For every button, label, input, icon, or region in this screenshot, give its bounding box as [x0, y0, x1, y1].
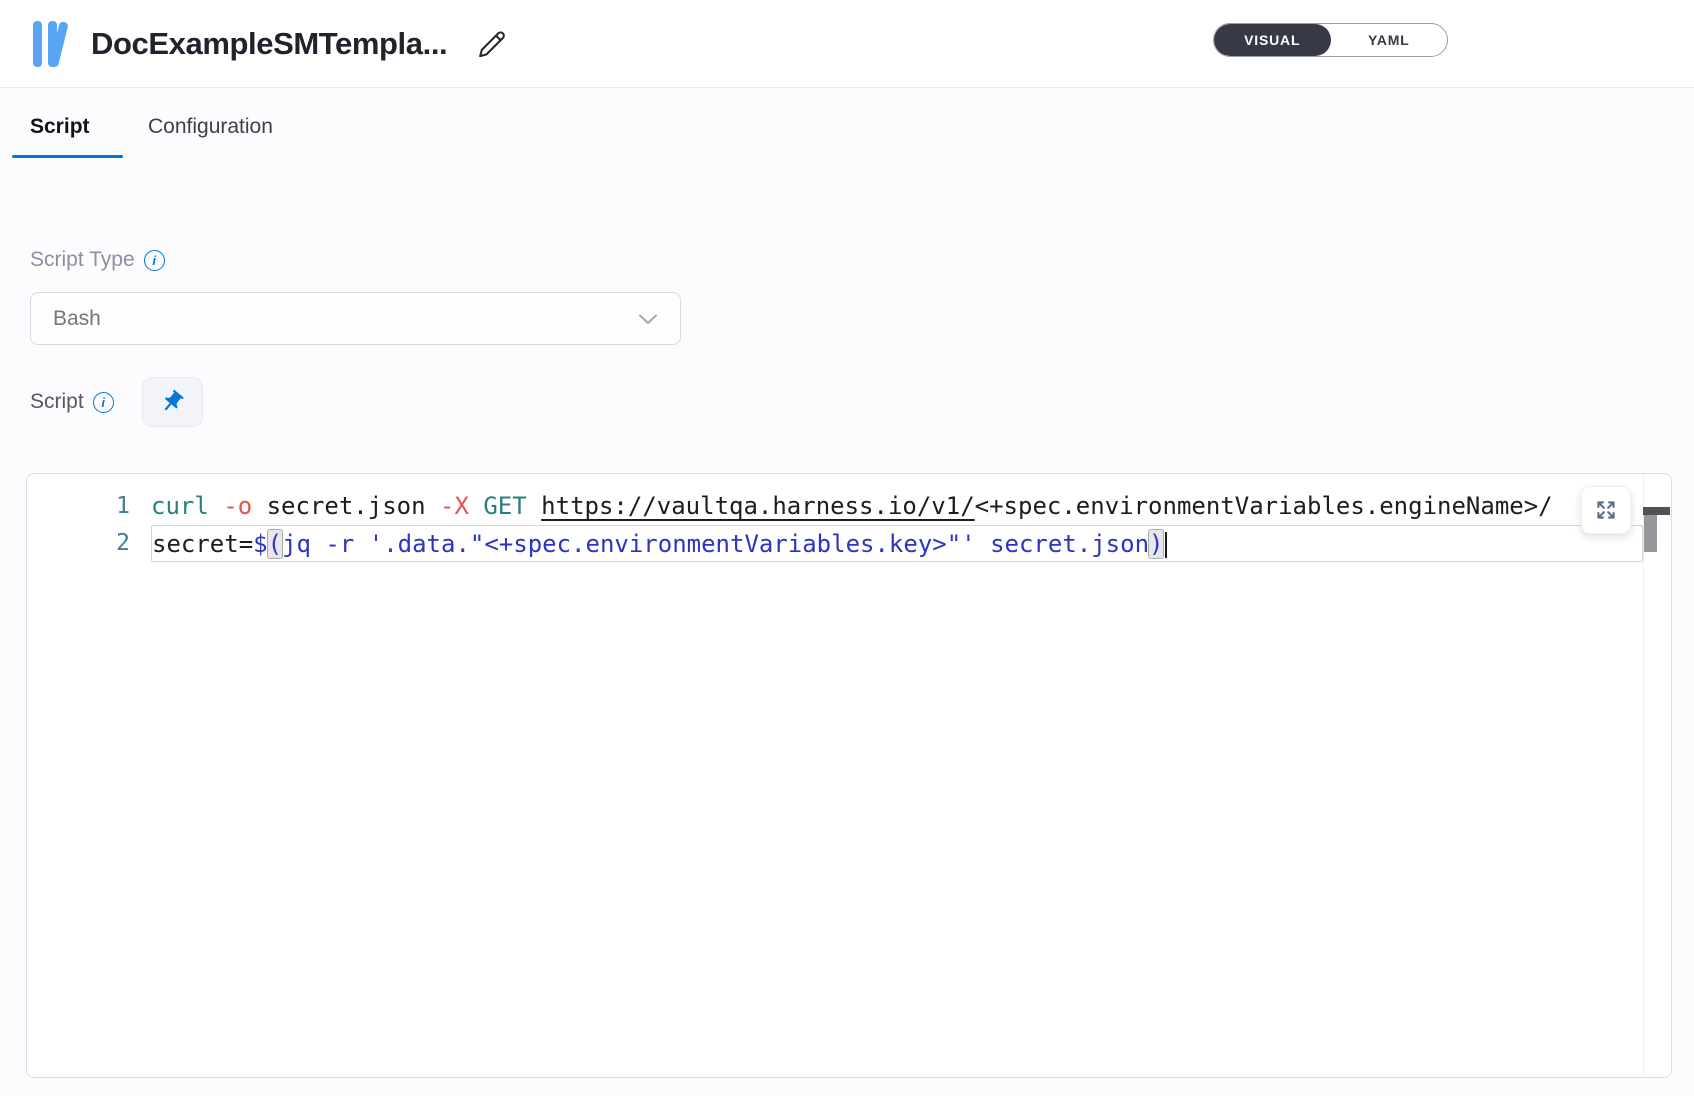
script-label: Script	[30, 390, 84, 414]
code-token: -o	[223, 492, 252, 520]
toggle-visual[interactable]: VISUAL	[1214, 24, 1331, 56]
code-token: jq -r '.data."<+spec.environmentVariable…	[282, 530, 1149, 558]
script-code-editor[interactable]: 12 curl -o secret.json -X GET https://va…	[26, 473, 1672, 1078]
code-line[interactable]: curl -o secret.json -X GET https://vault…	[151, 488, 1671, 525]
script-label-row: Script i	[30, 377, 203, 427]
editor-scrollbar	[1643, 474, 1671, 1077]
header: DocExampleSMTempla... VISUAL YAML	[0, 0, 1694, 88]
gutter: 12	[27, 488, 151, 562]
code-token: GET	[483, 492, 526, 520]
pin-input-button[interactable]	[142, 377, 203, 427]
expand-editor-button[interactable]	[1581, 486, 1631, 534]
pushpin-icon	[154, 384, 191, 421]
info-icon[interactable]: i	[144, 250, 165, 271]
script-type-label: Script Type	[30, 248, 135, 272]
script-type-value: Bash	[53, 307, 638, 331]
scrollbar-cap	[1643, 507, 1670, 515]
code-token: )	[1149, 530, 1163, 558]
expand-icon	[1593, 497, 1619, 523]
chevron-down-icon	[638, 313, 658, 325]
code-token	[469, 492, 483, 520]
code-token: -X	[440, 492, 469, 520]
code-token: $	[253, 530, 267, 558]
code-token: curl	[151, 492, 209, 520]
line-number: 1	[27, 488, 130, 525]
tab-bar: Script Configuration	[0, 89, 1694, 165]
pencil-icon	[477, 29, 507, 59]
text-caret	[1165, 532, 1167, 558]
toggle-yaml[interactable]: YAML	[1331, 24, 1448, 56]
code-token: secret.json	[252, 492, 440, 520]
visual-yaml-toggle: VISUAL YAML	[1213, 23, 1448, 57]
code-token	[209, 492, 223, 520]
code-token	[527, 492, 541, 520]
code-lines: curl -o secret.json -X GET https://vault…	[151, 488, 1671, 562]
code-line[interactable]: secret=$(jq -r '.data."<+spec.environmen…	[151, 525, 1643, 562]
script-type-select[interactable]: Bash	[30, 292, 681, 345]
active-tab-indicator	[12, 155, 123, 158]
info-icon[interactable]: i	[93, 392, 114, 413]
code-token: <+spec.environmentVariables.engineName>/	[975, 492, 1553, 520]
code-token: (	[268, 530, 282, 558]
edit-title-button[interactable]	[473, 25, 511, 63]
page-title: DocExampleSMTempla...	[91, 26, 447, 62]
tab-configuration[interactable]: Configuration	[148, 89, 273, 165]
scrollbar-thumb[interactable]	[1644, 515, 1657, 552]
tab-script[interactable]: Script	[30, 89, 90, 165]
code-token: secret=	[152, 530, 253, 558]
template-library-icon	[33, 20, 75, 68]
script-type-label-row: Script Type i	[30, 248, 165, 272]
line-number: 2	[27, 525, 130, 562]
code-token: https://vaultqa.harness.io/v1/	[541, 492, 974, 520]
